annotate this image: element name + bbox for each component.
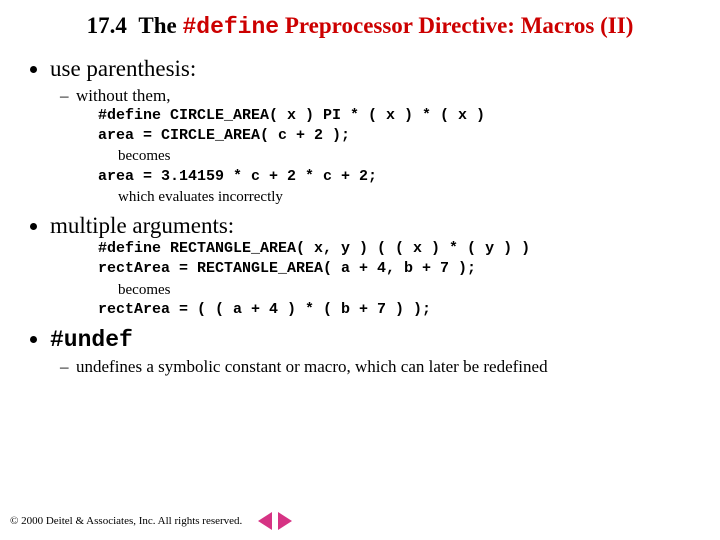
- footer: © 2000 Deitel & Associates, Inc. All rig…: [10, 512, 292, 530]
- code-rect-call: rectArea = RECTANGLE_AREA( a + 4, b + 7 …: [98, 259, 692, 279]
- code-define-circle: #define CIRCLE_AREA( x ) PI * ( x ) * ( …: [98, 106, 692, 126]
- title-text-1: The: [138, 13, 182, 38]
- code-area-expanded: area = 3.14159 * c + 2 * c + 2;: [98, 167, 692, 187]
- bullet-parenthesis-label: use parenthesis:: [50, 56, 196, 81]
- code-rect-expanded: rectArea = ( ( a + 4 ) * ( b + 7 ) );: [98, 300, 692, 320]
- code-define-rect: #define RECTANGLE_AREA( x, y ) ( ( x ) *…: [98, 239, 692, 259]
- title-mono: #define: [182, 14, 279, 40]
- section-number: 17.4: [87, 13, 127, 38]
- sub-without-them: without them,: [76, 86, 692, 106]
- next-arrow-icon[interactable]: [278, 512, 292, 530]
- prev-arrow-icon[interactable]: [258, 512, 272, 530]
- bullet-parenthesis: use parenthesis: without them, #define C…: [50, 56, 692, 207]
- note-incorrect: which evaluates incorrectly: [118, 187, 692, 207]
- becomes-2: becomes: [118, 280, 692, 300]
- bullet-undef: #undef undefines a symbolic constant or …: [50, 326, 692, 377]
- title-text-2: Preprocessor Directive: Macros (II): [279, 13, 633, 38]
- bullet-multiple-args-label: multiple arguments:: [50, 213, 234, 238]
- becomes-1: becomes: [118, 146, 692, 166]
- nav-arrows: [258, 512, 292, 530]
- sub-undef-desc: undefines a symbolic constant or macro, …: [76, 357, 692, 377]
- code-area-call: area = CIRCLE_AREA( c + 2 );: [98, 126, 692, 146]
- bullet-multiple-args: multiple arguments: #define RECTANGLE_AR…: [50, 213, 692, 320]
- undef-label: #undef: [50, 327, 133, 353]
- copyright-text: © 2000 Deitel & Associates, Inc. All rig…: [10, 515, 242, 527]
- slide-title: 17.4 The #define Preprocessor Directive:…: [28, 12, 692, 42]
